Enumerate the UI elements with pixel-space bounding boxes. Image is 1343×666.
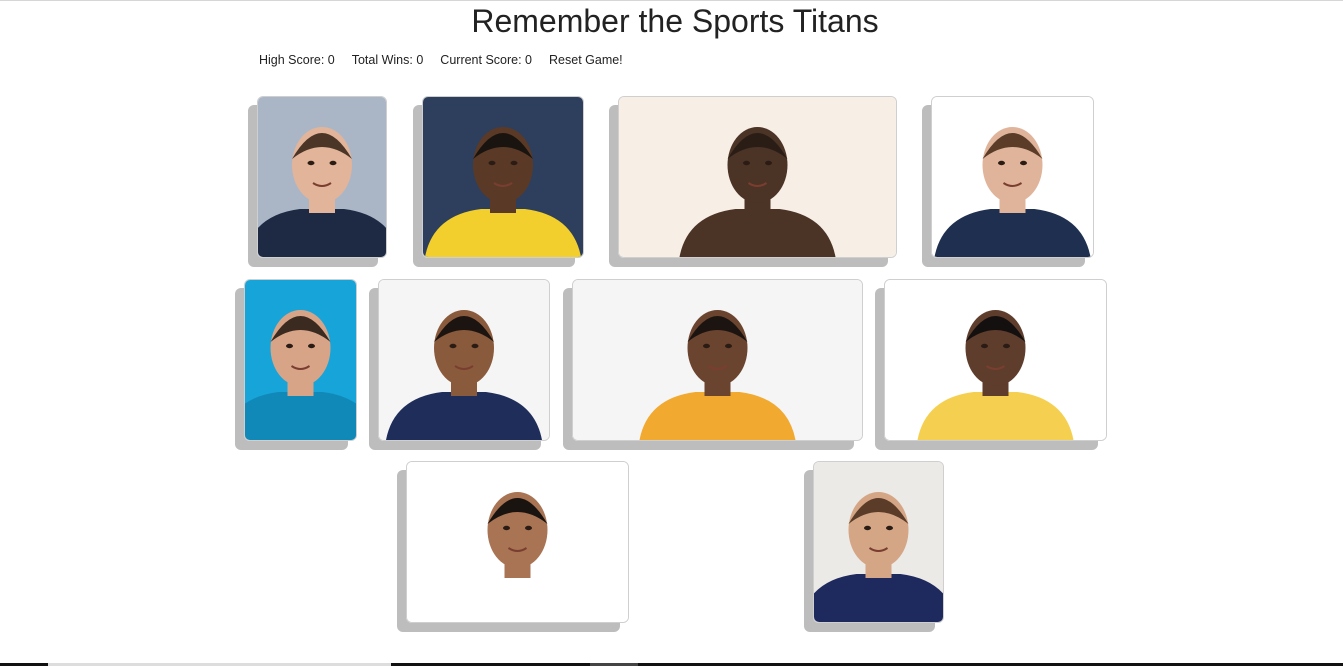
current-score: Current Score: 0 (440, 53, 533, 67)
athlete-eye (286, 343, 293, 349)
athlete-eye (525, 525, 532, 531)
card-kobe-bryant[interactable] (572, 279, 863, 441)
athlete-eye (471, 343, 479, 349)
card-stephen-curry[interactable] (406, 461, 629, 623)
athlete-eye (503, 525, 510, 531)
card-lebron-james[interactable] (884, 279, 1107, 441)
high-score: High Score: 0 (259, 53, 335, 67)
athlete-eye (449, 343, 457, 349)
athlete-eye (1003, 343, 1010, 349)
page-title: Remember the Sports Titans (471, 3, 879, 39)
athlete-eye (981, 343, 988, 349)
athlete-photo (379, 280, 549, 440)
athlete-eye (998, 160, 1005, 166)
athlete-eye (329, 160, 337, 166)
card-roger-federer[interactable] (931, 96, 1094, 258)
athlete-photo (814, 462, 943, 622)
athlete-eye (1020, 160, 1027, 166)
athlete-shirt (814, 574, 943, 622)
total-wins: Total Wins: 0 (351, 53, 424, 67)
athlete-eye (886, 525, 893, 531)
card-tom-brady[interactable] (257, 96, 387, 258)
athlete-eye (488, 160, 496, 166)
athlete-eye (307, 160, 315, 166)
athlete-photo (573, 280, 862, 440)
athlete-photo (407, 462, 628, 622)
athlete-shirt (245, 392, 356, 440)
card-tiger-woods[interactable] (378, 279, 550, 441)
athlete-eye (725, 343, 732, 349)
scoreboard: High Score: 0 Total Wins: 0 Current Scor… (259, 53, 623, 67)
card-floyd-mayweather[interactable] (618, 96, 897, 258)
athlete-photo (423, 97, 583, 257)
athlete-eye (510, 160, 518, 166)
athlete-photo (258, 97, 386, 257)
athlete-eye (703, 343, 710, 349)
athlete-eye (765, 160, 772, 166)
athlete-photo (619, 97, 896, 257)
athlete-eye (743, 160, 750, 166)
card-lionel-messi[interactable] (813, 461, 944, 623)
athlete-shirt (258, 209, 386, 257)
athlete-photo (932, 97, 1093, 257)
athlete-photo (245, 280, 356, 440)
athlete-eye (864, 525, 871, 531)
card-usain-bolt[interactable] (422, 96, 584, 258)
card-michael-phelps[interactable] (244, 279, 357, 441)
athlete-photo (885, 280, 1106, 440)
top-divider (0, 0, 1343, 1)
reset-game-button[interactable]: Reset Game! (549, 53, 623, 67)
athlete-eye (308, 343, 315, 349)
